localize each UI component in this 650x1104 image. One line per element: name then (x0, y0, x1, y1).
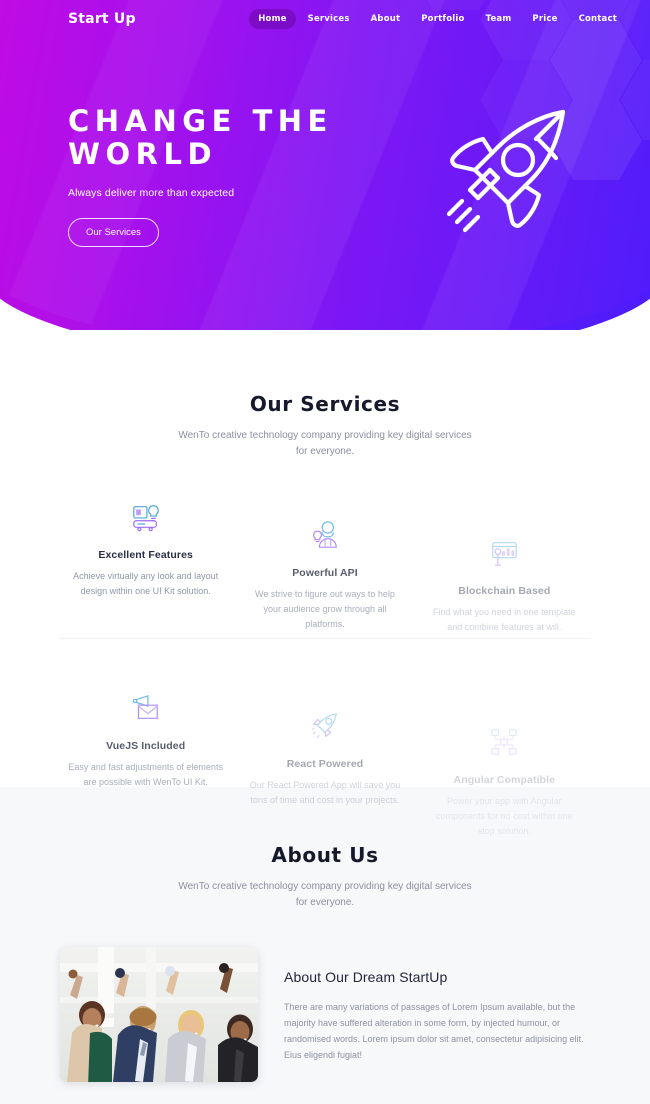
service-desc: Achieve virtually any look and layout de… (73, 571, 219, 596)
about-heading: About Our Dream StartUp (284, 969, 448, 985)
about-paragraph: There are many variations of passages of… (284, 1002, 584, 1060)
ui-kit-icon (68, 496, 223, 538)
services-grid-row-1: Excellent Features Achieve virtually any… (60, 496, 590, 632)
hero-subtitle: Always deliver more than expected (68, 187, 235, 199)
main-navigation[interactable]: Start Up Home Services About Portfolio T… (0, 0, 650, 38)
nav-link-portfolio[interactable]: Portfolio (412, 9, 473, 29)
service-title: VueJS Included (106, 740, 186, 752)
about-title: About Us (271, 843, 379, 867)
service-desc: Find what you need in one template and c… (433, 607, 576, 632)
service-card-react-powered[interactable]: React Powered Our React Powered App will… (239, 705, 410, 823)
services-grid-row-2: VueJS Included Easy and fast adjustments… (60, 638, 590, 836)
nav-link-contact[interactable]: Contact (570, 9, 626, 29)
service-card-powerful-api[interactable]: Powerful API We strive to figure out way… (239, 514, 410, 632)
hero-section: Start Up Home Services About Portfolio T… (0, 0, 650, 330)
rocket-icon (430, 98, 580, 253)
service-title: Powerful API (292, 567, 358, 579)
services-subtitle: WenTo creative technology company provid… (178, 430, 472, 457)
services-section: Our Services WenTo creative technology c… (0, 330, 650, 836)
nav-link-price[interactable]: Price (523, 9, 566, 29)
nav-link-team[interactable]: Team (477, 9, 521, 29)
service-card-blockchain-based[interactable]: Blockchain Based Find what you need in o… (419, 532, 590, 650)
hero-title: CHANGE THE WORLD (68, 104, 333, 171)
services-title: Our Services (249, 392, 401, 416)
landing-page: Start Up Home Services About Portfolio T… (0, 0, 650, 1104)
nav-link-home[interactable]: Home (249, 9, 296, 29)
service-desc: Easy and fast adjustments of elements ar… (68, 762, 223, 787)
service-card-excellent-features[interactable]: Excellent Features Achieve virtually any… (60, 496, 231, 614)
nav-link-services[interactable]: Services (299, 9, 359, 29)
service-desc: Our React Powered App will save you tons… (249, 780, 401, 805)
api-person-icon (247, 514, 402, 556)
service-title: Blockchain Based (458, 585, 551, 597)
service-title: Angular Compatible (453, 774, 556, 786)
blockchain-chart-icon (427, 532, 582, 574)
about-body: About Our Dream StartUp There are many v… (60, 947, 590, 1082)
team-celebrating-photo (60, 947, 258, 1082)
react-rocket-icon (247, 705, 402, 747)
envelope-megaphone-icon (68, 687, 223, 729)
nav-link-about[interactable]: About (362, 9, 410, 29)
service-title: Excellent Features (98, 549, 193, 561)
about-subtitle: WenTo creative technology company provid… (178, 881, 472, 908)
about-text: About Our Dream StartUp There are many v… (284, 947, 590, 1063)
service-title: React Powered (286, 758, 364, 770)
hero-content: CHANGE THE WORLD Always deliver more tha… (68, 105, 333, 247)
service-card-angular-compatible[interactable]: Angular Compatible Power your app with A… (419, 721, 590, 839)
service-card-vuejs-included[interactable]: VueJS Included Easy and fast adjustments… (60, 687, 231, 805)
service-desc: We strive to figure out ways to help you… (255, 589, 395, 629)
site-logo[interactable]: Start Up (68, 11, 136, 27)
angular-network-icon (427, 721, 582, 763)
nav-links[interactable]: Home Services About Portfolio Team Price… (249, 9, 626, 29)
our-services-button[interactable]: Our Services (68, 218, 159, 247)
service-desc: Power your app with Angular components f… (436, 796, 573, 836)
